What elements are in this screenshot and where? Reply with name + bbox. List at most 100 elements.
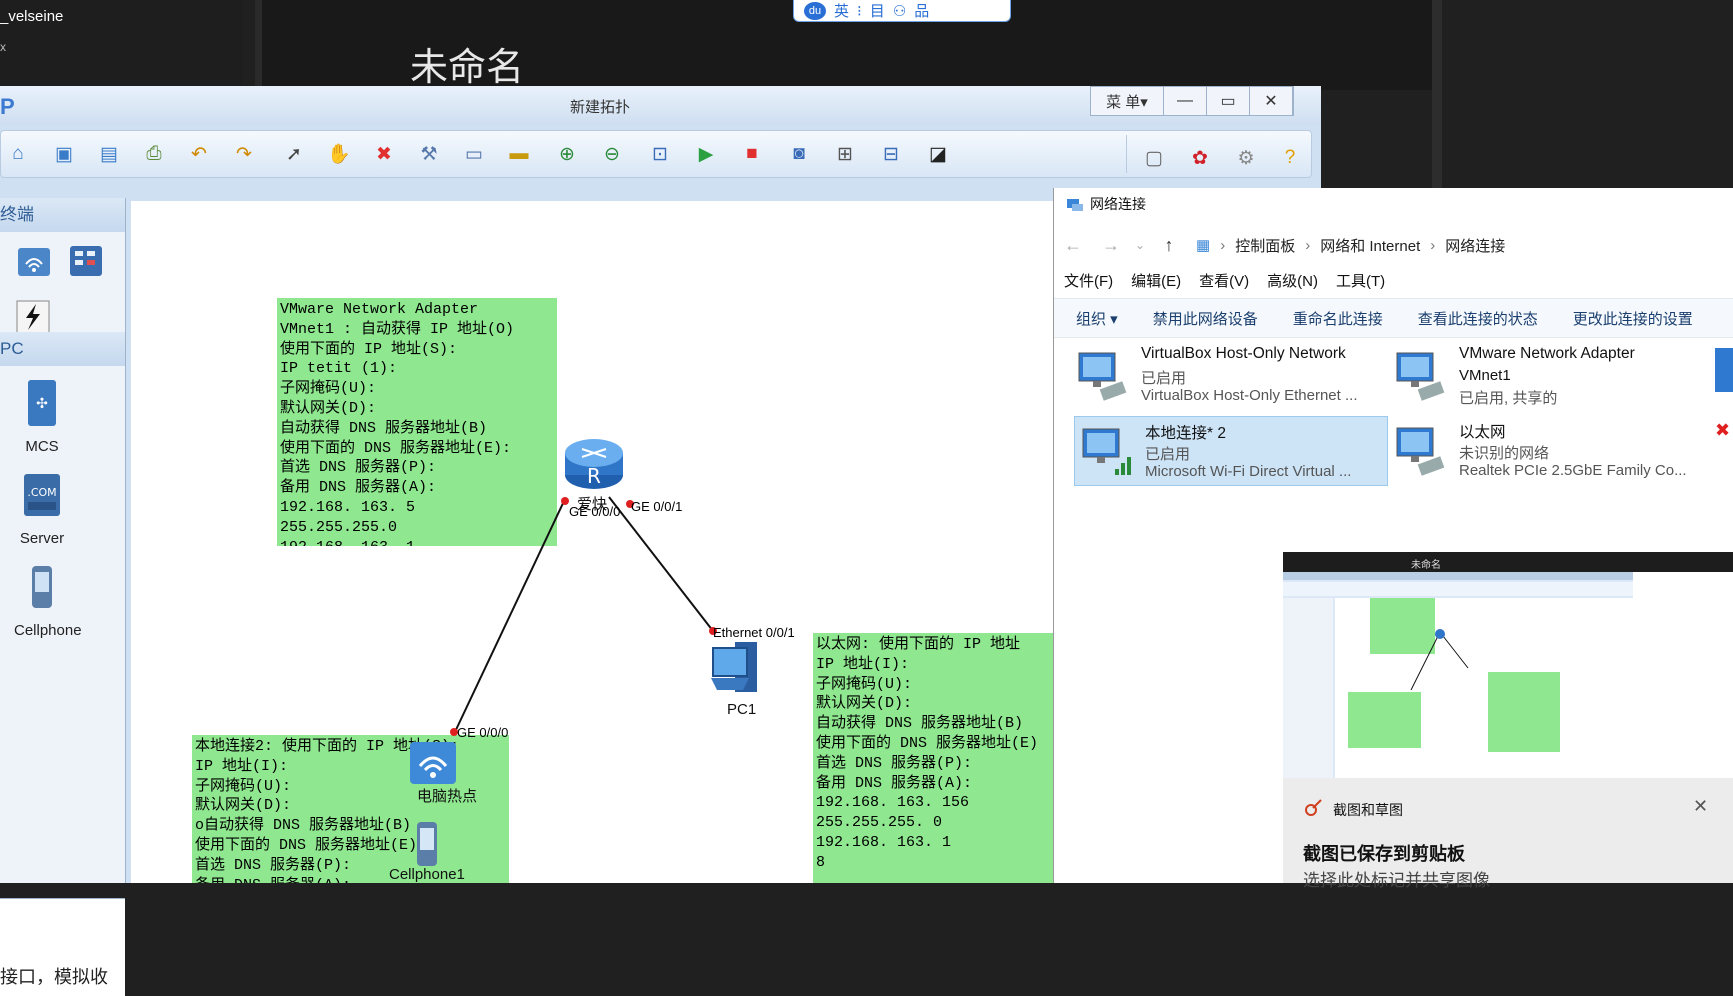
new-topology-icon[interactable]: ⌂ [5, 141, 31, 167]
connection-status: 已启用, 共享的 [1459, 390, 1558, 407]
hand-drag-icon[interactable]: ✋ [326, 141, 352, 167]
svg-text:✣: ✣ [36, 396, 48, 412]
palette-device-label: Server [19, 530, 65, 547]
background-doc-title: 未命名 [410, 47, 525, 89]
redo-icon[interactable]: ↷ [231, 141, 257, 167]
breadcrumb-network-connections[interactable]: 网络连接 [1445, 235, 1505, 256]
connection-item-ethernet[interactable]: 以太网 未识别的网络 Realtek PCIe 2.5GbE Family Co… [1389, 416, 1689, 484]
print-icon[interactable]: ⎙ [141, 141, 167, 167]
ime-logo-icon[interactable]: du [804, 1, 826, 20]
help-icon[interactable]: ? [1277, 145, 1303, 171]
menu-tools[interactable]: 工具(T) [1336, 270, 1385, 291]
close-button[interactable]: ✕ [1250, 87, 1293, 115]
forward-arrow-icon[interactable]: → [1092, 235, 1130, 256]
connection-status: 未识别的网络 [1459, 445, 1550, 462]
toast-subtitle: 选择此处标记并共享图像 [1303, 871, 1490, 890]
grid-icon[interactable]: ⊟ [878, 141, 904, 167]
menu-advanced[interactable]: 高级(N) [1267, 270, 1318, 291]
snip-notification[interactable]: 截图和草图 ✕ 截图已保存到剪贴板 选择此处标记并共享图像 [1283, 778, 1733, 890]
connection-item-virtualbox[interactable]: VirtualBox Host-Only Network 已启用 Virtual… [1071, 341, 1371, 409]
text-annotation-icon[interactable]: ▭ [461, 141, 487, 167]
ime-user-icon[interactable]: ⚇ [893, 2, 906, 20]
ime-toolbar[interactable]: du 英 ⁝ 目 ⚇ 品 [793, 0, 1011, 22]
chat-icon[interactable]: ▢ [1141, 145, 1167, 171]
disable-device-button[interactable]: 禁用此网络设备 [1153, 308, 1258, 329]
wireless-ap-icon[interactable] [406, 738, 462, 788]
device-description-text: 接口，模拟收 [0, 967, 108, 987]
sta-device-icon[interactable] [14, 298, 52, 336]
back-arrow-icon[interactable]: ← [1054, 235, 1092, 256]
view-status-button[interactable]: 查看此连接的状态 [1418, 308, 1538, 329]
palette-device-mcs[interactable]: ✣ MCS [14, 378, 70, 455]
ensp-titlebar[interactable]: P 新建拓扑 菜 单▾ — ▭ ✕ [0, 86, 1321, 124]
connection-item-local-2[interactable]: 本地连接* 2 已启用 Microsoft Wi-Fi Direct Virtu… [1074, 416, 1388, 486]
stop-device-icon[interactable]: ■ [739, 141, 765, 167]
zoom-out-icon[interactable]: ⊖ [599, 141, 625, 167]
menu-edit[interactable]: 编辑(E) [1131, 270, 1181, 291]
huawei-logo-icon[interactable]: ✿ [1187, 145, 1213, 171]
connection-item-partial[interactable] [1715, 348, 1733, 392]
wireless-ap-device-icon[interactable] [14, 242, 54, 280]
connection-item-vmware[interactable]: VMware Network Adapter VMnet1 已启用, 共享的 [1389, 341, 1689, 409]
up-arrow-icon[interactable]: ↑ [1150, 235, 1188, 256]
menu-file[interactable]: 文件(F) [1064, 270, 1113, 291]
ime-toolbox-icon[interactable]: 品 [914, 0, 929, 21]
ap-port-label: GE 0/0/0 [457, 725, 509, 740]
undo-icon[interactable]: ↶ [186, 141, 212, 167]
breadcrumb-network-internet[interactable]: 网络和 Internet [1320, 235, 1420, 256]
palette-device-server[interactable]: .COM Server [14, 470, 70, 547]
start-device-icon[interactable]: ▶ [693, 141, 719, 167]
menu-button[interactable]: 菜 单▾ [1091, 87, 1164, 115]
screenshot-thumbnail[interactable]: 未命名 [1283, 552, 1733, 778]
link-router-ap [453, 498, 566, 735]
breadcrumb-control-panel[interactable]: 控制面板 [1235, 235, 1295, 256]
pc-icon[interactable] [707, 636, 773, 702]
recent-dropdown-icon[interactable]: ⌄ [1130, 238, 1150, 252]
organize-button[interactable]: 组织 ▾ [1076, 308, 1118, 329]
fit-view-icon[interactable]: ⊡ [647, 141, 673, 167]
save-as-icon[interactable]: ▤ [96, 141, 122, 167]
maximize-button[interactable]: ▭ [1207, 87, 1250, 115]
rename-connection-button[interactable]: 重命名此连接 [1293, 308, 1383, 329]
command-bar: 组织 ▾ 禁用此网络设备 重命名此连接 查看此连接的状态 更改此连接的设置 [1054, 298, 1733, 338]
netwin-titlebar[interactable]: 网络连接 [1066, 194, 1146, 214]
ime-lang-toggle[interactable]: 英 [834, 0, 849, 21]
settings-gear-icon[interactable]: ⚙ [1233, 145, 1259, 171]
topology-icon[interactable]: ⊞ [832, 141, 858, 167]
network-folder-icon [1067, 199, 1083, 211]
background-scrollbar-right[interactable] [1432, 0, 1442, 200]
ensp-toolbar: ⌂ ▣ ▤ ⎙ ↶ ↷ ➚ ✋ ✖ ⚒ ▭ ▬ ⊕ ⊖ ⊡ ▶ ■ ◙ ⊞ ⊟ … [0, 130, 1312, 178]
router-port-ge000-label: GE 0/0/0 [569, 504, 621, 519]
link-router-pc1 [608, 496, 714, 632]
screenshot-icon[interactable]: ◪ [925, 141, 951, 167]
connection-status: 已启用 [1145, 446, 1191, 463]
connection-name: 以太网 [1459, 424, 1506, 441]
minimize-button[interactable]: — [1164, 87, 1207, 115]
cellphone-icon [32, 566, 52, 608]
select-pointer-icon[interactable]: ➚ [281, 141, 307, 167]
toast-close-icon[interactable]: ✕ [1693, 796, 1708, 817]
capture-icon[interactable]: ◙ [786, 141, 812, 167]
ime-punct-icon[interactable]: ⁝ [857, 2, 862, 20]
connection-device: VirtualBox Host-Only Ethernet ... [1141, 387, 1358, 404]
palette-icon[interactable]: ▬ [506, 141, 532, 167]
address-bar: ← → ⌄ ↑ ▦ › 控制面板 › 网络和 Internet › 网络连接 [1054, 226, 1733, 264]
ime-width-icon[interactable]: 目 [870, 0, 885, 21]
change-settings-button[interactable]: 更改此连接的设置 [1573, 308, 1693, 329]
ac-controller-device-icon[interactable] [66, 242, 106, 280]
palette-section-terminal[interactable]: 终端 [0, 198, 125, 232]
menu-view[interactable]: 查看(V) [1199, 270, 1249, 291]
delete-icon[interactable]: ✖ [371, 141, 397, 167]
toolbar-right-group: ▢ ✿ ⚙ ? [1126, 135, 1309, 173]
palette-device-cellphone[interactable]: Cellphone [14, 562, 82, 639]
window-controls: 菜 单▾ — ▭ ✕ [1090, 86, 1294, 116]
palette-section-pc[interactable]: PC [0, 332, 125, 366]
zoom-in-icon[interactable]: ⊕ [554, 141, 580, 167]
connection-name-line1: VMware Network Adapter [1459, 345, 1635, 362]
save-icon[interactable]: ▣ [51, 141, 77, 167]
cellphone-device-icon[interactable] [410, 820, 444, 870]
delete-link-icon[interactable]: ⚒ [416, 141, 442, 167]
ap-label: 电脑热点 [417, 788, 478, 805]
router-icon[interactable]: R [562, 437, 626, 493]
router-glyph: R [587, 464, 601, 488]
